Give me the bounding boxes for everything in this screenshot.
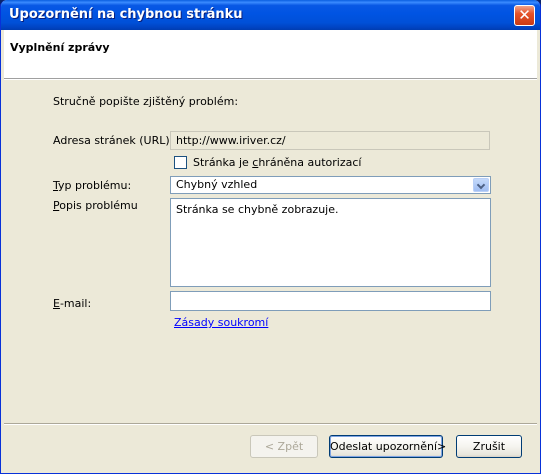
auth-checkbox[interactable] [174,156,187,169]
problem-type-label: Typ problému: [53,179,132,192]
privacy-policy-link[interactable]: Zásady soukromí [174,316,268,329]
back-button[interactable]: < Zpět [250,435,318,458]
footer-divider-highlight [4,424,537,425]
send-report-button[interactable]: Odeslat upozornění> [329,435,446,458]
description-textarea[interactable]: Stránka se chybně zobrazuje. [170,198,491,287]
form-content: Stručně popište zjištěný problém: Adresa… [1,0,540,473]
url-label: Adresa stránek (URL): [53,134,174,147]
url-field[interactable]: http://www.iriver.cz/ [170,131,490,150]
auth-checkbox-label[interactable]: Stránka je chráněna autorizací [193,156,361,169]
problem-type-select[interactable]: Chybný vzhled [170,176,491,194]
description-label: Popis problému [53,199,138,212]
cancel-button[interactable]: Zrušit [456,435,522,458]
chevron-down-icon[interactable] [473,178,489,192]
intro-text: Stručně popište zjištěný problém: [53,95,239,108]
email-label: E-mail: [53,297,92,310]
url-value: http://www.iriver.cz/ [176,134,286,147]
description-value: Stránka se chybně zobrazuje. [176,203,339,216]
email-field[interactable] [170,291,491,311]
problem-type-value: Chybný vzhled [176,178,258,191]
report-dialog-window: Upozornění na chybnou stránku ✕ Vyplnění… [0,0,541,474]
